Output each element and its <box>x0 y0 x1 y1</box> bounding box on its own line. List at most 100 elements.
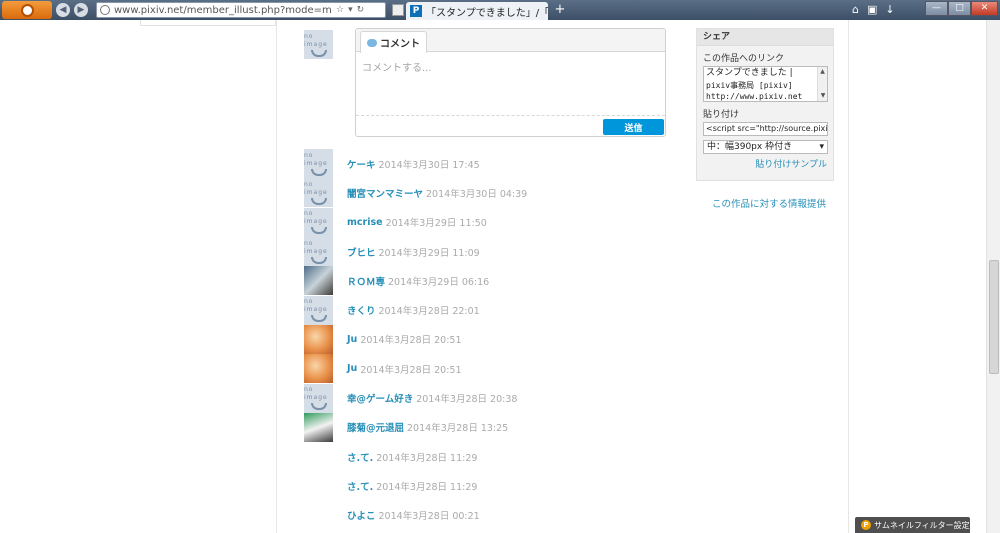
no-image-smile-icon <box>310 197 327 205</box>
comment-row: no image ケーキ 2014年3月30日 17:45 <box>304 149 684 179</box>
column-divider-left <box>276 20 277 533</box>
dropdown-arrow-icon[interactable]: ▾ <box>348 5 353 15</box>
commenter-name-link[interactable]: Ju <box>347 334 357 345</box>
back-arrow-icon[interactable]: ◀ <box>56 3 70 17</box>
share-link-scrollbar[interactable]: ▲ ▼ <box>817 67 827 101</box>
share-link-textarea[interactable]: スタンプできました | pixiv事務局 [pixiv] http://www.… <box>703 66 828 102</box>
commenter-name-link[interactable]: Ju <box>347 363 357 374</box>
commenter-name-link[interactable]: さ.て. <box>347 450 373 464</box>
commenter-name-link[interactable]: 幸@ゲーム好き <box>347 391 413 405</box>
embed-size-select[interactable]: 中：幅390px 枠付き ▾ <box>703 140 828 154</box>
download-arrow-icon[interactable]: ↓ <box>885 3 894 16</box>
commenter-name-link[interactable]: mcrise <box>347 217 383 228</box>
comment-row: no image mcrise 2014年3月29日 11:50 <box>304 207 684 237</box>
comment-date: 2014年3月28日 20:38 <box>416 394 518 406</box>
comment-form: コメント 送信 <box>355 28 666 137</box>
commenter-name-link[interactable]: 闇宮マンマミーヤ <box>347 186 423 200</box>
embed-size-value: 中：幅390px 枠付き <box>707 142 793 152</box>
minimize-icon[interactable]: — <box>925 1 948 16</box>
column-divider-right <box>848 20 849 533</box>
scrollbar-thumb[interactable] <box>989 260 999 374</box>
commenter-avatar[interactable] <box>304 412 333 442</box>
commenter-avatar[interactable]: no image <box>304 383 333 413</box>
comment-row: Ju 2014年3月28日 20:51 <box>304 354 684 384</box>
no-image-smile-icon <box>310 315 327 323</box>
comment-row: Ju 2014年3月28日 20:51 <box>304 324 684 354</box>
paste-label: 貼り付け <box>703 110 740 120</box>
bookmark-star-icon[interactable]: ☆ <box>336 5 344 15</box>
close-window-icon[interactable]: ✕ <box>971 1 998 16</box>
commenter-name-link[interactable]: 膝菊@元退屈 <box>347 420 404 434</box>
commenter-name-link[interactable]: ひよこ <box>347 508 376 522</box>
comment-date: 2014年3月29日 11:09 <box>378 247 480 259</box>
comment-date: 2014年3月28日 11:29 <box>376 452 478 464</box>
share-link-label: この作品へのリンク <box>703 54 785 64</box>
comment-date: 2014年3月28日 13:25 <box>407 423 509 435</box>
comment-row: no image 幸@ゲーム好き 2014年3月28日 20:38 <box>304 383 684 413</box>
thumbnail-filter-button[interactable]: P サムネイルフィルター設定 <box>855 517 970 533</box>
commenter-avatar[interactable] <box>304 442 333 471</box>
speech-bubble-icon <box>367 38 377 47</box>
comment-row: さ.て. 2014年3月28日 11:29 <box>304 471 684 500</box>
tab-comment[interactable]: コメント <box>360 31 427 53</box>
no-image-smile-icon <box>310 227 327 235</box>
send-button[interactable]: 送信 <box>603 119 664 135</box>
url-text[interactable]: www.pixiv.net/member_illust.php?mode=med… <box>114 5 332 16</box>
comment-input[interactable] <box>356 53 665 116</box>
scroll-up-arrow-icon[interactable]: ▲ <box>818 67 827 77</box>
commenter-name-link[interactable]: ＲＯＭ専 <box>347 274 385 288</box>
comment-form-header: コメント <box>356 29 665 53</box>
comment-date: 2014年3月30日 04:39 <box>426 188 528 200</box>
thumbnail-filter-label: サムネイルフィルター設定 <box>874 520 970 530</box>
share-heading: シェア <box>697 29 833 46</box>
browser-tab[interactable]: P 「スタンプできました」/「pi... <box>406 2 548 20</box>
no-image-smile-icon <box>310 403 327 411</box>
home-icon[interactable]: ⌂ <box>852 3 859 16</box>
commenter-avatar[interactable] <box>304 501 333 530</box>
commenter-avatar[interactable] <box>304 354 333 384</box>
commenter-avatar[interactable] <box>304 324 333 354</box>
tab-comment-label: コメント <box>380 39 420 50</box>
comment-date: 2014年3月30日 17:45 <box>378 159 480 171</box>
comment-list: no image ケーキ 2014年3月30日 17:45 no image 闇宮マンマ… <box>304 149 684 530</box>
commenter-name-link[interactable]: ケーキ <box>347 157 376 171</box>
comment-date: 2014年3月28日 00:21 <box>378 511 480 523</box>
commenter-avatar[interactable] <box>304 266 333 296</box>
report-info-link[interactable]: この作品に対する情報提供 <box>712 196 826 210</box>
comment-date: 2014年3月28日 11:29 <box>376 481 478 493</box>
paste-sample-link[interactable]: 貼り付けサンプル <box>697 157 833 170</box>
commenter-avatar[interactable]: no image <box>304 207 333 237</box>
maximize-icon[interactable]: □ <box>948 1 971 16</box>
commenter-avatar[interactable]: no image <box>304 149 333 179</box>
commenter-name-link[interactable]: きくり <box>347 303 376 317</box>
chevron-down-icon: ▾ <box>819 142 824 152</box>
pixiv-favicon-icon: P <box>410 5 422 17</box>
firefox-menu-button[interactable] <box>2 1 52 19</box>
comment-row: ＲＯＭ専 2014年3月29日 06:16 <box>304 266 684 296</box>
comment-row: さ.て. 2014年3月28日 11:29 <box>304 442 684 471</box>
embed-code-input[interactable]: <script src="http://source.pixiv.n <box>703 122 828 136</box>
no-image-smile-icon <box>310 49 327 57</box>
no-image-smile-icon <box>310 256 327 264</box>
bookmarks-menu-icon[interactable]: ▣ <box>867 3 877 16</box>
no-image-smile-icon <box>310 168 327 176</box>
reload-icon[interactable]: ↻ <box>357 5 365 15</box>
comment-row: 膝菊@元退屈 2014年3月28日 13:25 <box>304 412 684 442</box>
globe-icon <box>100 5 110 15</box>
commenter-avatar[interactable]: no image <box>304 178 333 208</box>
new-tab-plus-icon[interactable]: + <box>552 3 568 17</box>
commenter-name-link[interactable]: さ.て. <box>347 479 373 493</box>
scroll-down-arrow-icon[interactable]: ▼ <box>818 91 827 101</box>
comment-row: no image ブヒヒ 2014年3月29日 11:09 <box>304 237 684 267</box>
page-scrollbar[interactable] <box>986 20 1000 533</box>
commenter-avatar[interactable] <box>304 471 333 500</box>
address-bar[interactable]: www.pixiv.net/member_illust.php?mode=med… <box>96 2 386 18</box>
commenter-avatar[interactable]: no image <box>304 295 333 325</box>
tab-groups-icon[interactable] <box>392 4 404 16</box>
commenter-avatar[interactable]: no image <box>304 237 333 267</box>
comment-row: ひよこ 2014年3月28日 00:21 <box>304 501 684 530</box>
pixiv-p-icon: P <box>861 520 871 530</box>
forward-arrow-icon[interactable]: ▶ <box>74 3 88 17</box>
tab-title: 「スタンプできました」/「pi... <box>426 7 548 19</box>
commenter-name-link[interactable]: ブヒヒ <box>347 245 376 259</box>
